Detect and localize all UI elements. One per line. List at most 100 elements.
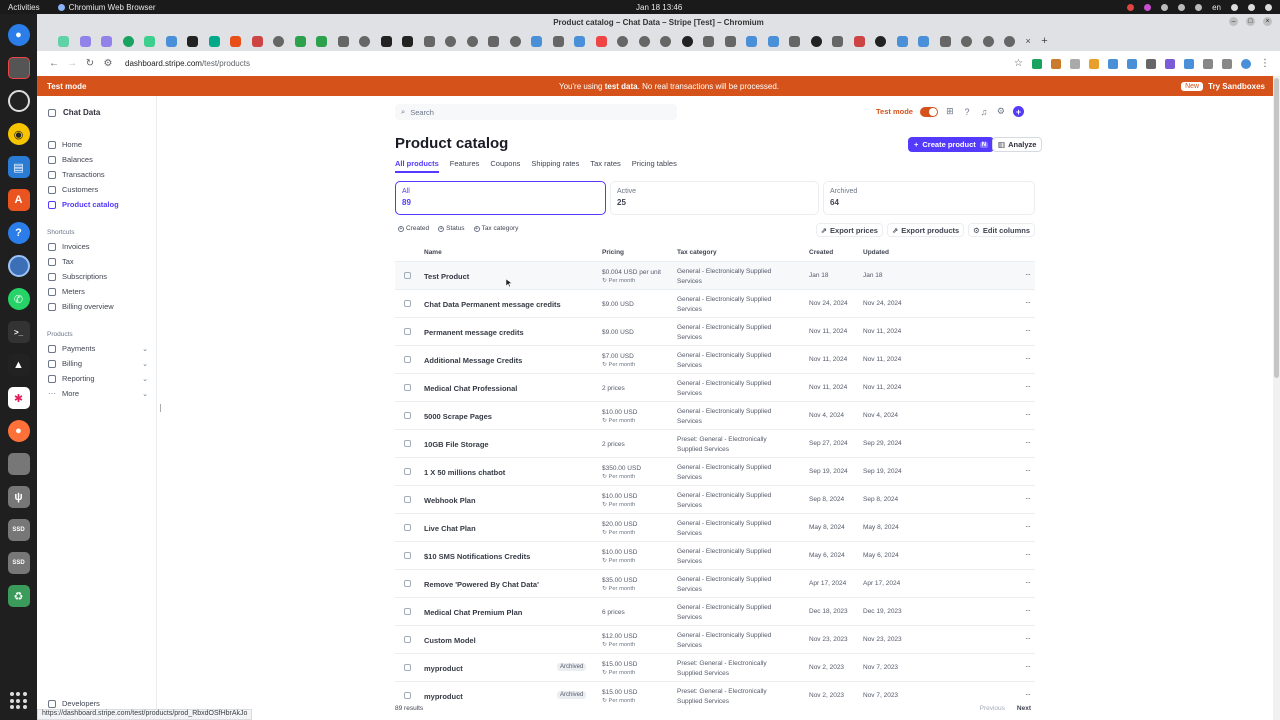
tab-favicon[interactable]: [703, 35, 714, 47]
dropbox-icon[interactable]: [1178, 3, 1186, 11]
tab-favicon[interactable]: [101, 35, 112, 47]
create-product-button[interactable]: + Create product N: [908, 137, 995, 152]
tab-favicon[interactable]: [316, 35, 327, 47]
row-more-icon[interactable]: ···: [1025, 634, 1031, 643]
try-sandboxes-link[interactable]: Try Sandboxes: [1208, 82, 1265, 91]
sidebar-item-subscriptions[interactable]: Subscriptions: [48, 272, 148, 281]
sidebar-item-transactions[interactable]: Transactions: [48, 170, 148, 179]
table-row[interactable]: 1 X 50 millions chatbot $350.00 USD ↻ Per …: [395, 457, 1035, 485]
product-name[interactable]: Additional Message Credits: [424, 356, 522, 365]
edit-columns-button[interactable]: ⚙ Edit columns: [968, 223, 1035, 237]
column-header-name[interactable]: Name: [424, 249, 442, 256]
sidebar-item-more[interactable]: ··· More ⌄: [48, 389, 148, 398]
tab-favicon[interactable]: [746, 35, 757, 47]
shield-icon[interactable]: [1144, 3, 1152, 11]
tab-favicon[interactable]: [875, 35, 886, 47]
maximize-icon[interactable]: □: [1246, 17, 1255, 26]
product-name[interactable]: myproduct: [424, 664, 463, 673]
extension-icon[interactable]: [1184, 58, 1194, 69]
table-row[interactable]: myproduct Archived $15.00 USD ↻ Per month Pr…: [395, 653, 1035, 681]
tab-favicon[interactable]: [122, 35, 134, 47]
tab-shipping-rates[interactable]: Shipping rates: [531, 159, 579, 173]
tab-favicon[interactable]: [251, 35, 263, 47]
tab-favicon[interactable]: [380, 35, 392, 47]
tab-favicon[interactable]: [552, 35, 564, 47]
notifications-bell-icon[interactable]: ♫: [979, 107, 989, 117]
tab-pricing-tables[interactable]: Pricing tables: [632, 159, 677, 173]
chip-tax-category[interactable]: + Tax category: [473, 225, 518, 232]
tab-favicon[interactable]: [187, 35, 198, 47]
product-name[interactable]: Chat Data Permanent message credits: [424, 300, 561, 309]
row-more-icon[interactable]: ···: [1025, 270, 1031, 279]
tab-favicon[interactable]: [466, 35, 478, 47]
tab-favicon[interactable]: [58, 35, 69, 47]
volume-icon[interactable]: [1248, 3, 1255, 11]
profile-avatar[interactable]: [1241, 58, 1251, 69]
product-name[interactable]: 5000 Scrape Pages: [424, 412, 492, 421]
tab-favicon[interactable]: [638, 35, 650, 47]
extension-icon[interactable]: [1032, 58, 1042, 69]
test-mode-toggle[interactable]: [919, 106, 938, 117]
active-app-menu[interactable]: Chromium Web Browser: [57, 3, 156, 12]
row-more-icon[interactable]: ···: [1025, 606, 1031, 615]
tab-favicon[interactable]: [445, 35, 456, 47]
product-name[interactable]: Medical Chat Professional: [424, 384, 517, 393]
previous-page-button[interactable]: Previous: [980, 705, 1005, 712]
tab-features[interactable]: Features: [450, 159, 480, 173]
table-row[interactable]: Webhook Plan $10.00 USD ↻ Per month General…: [395, 485, 1035, 513]
account-switcher[interactable]: Chat Data: [48, 108, 100, 117]
tab-favicon[interactable]: [939, 35, 951, 47]
product-name[interactable]: Webhook Plan: [424, 496, 476, 505]
chip-status[interactable]: + Status: [438, 225, 465, 232]
apps-grid-icon[interactable]: ⊞: [945, 106, 955, 117]
analyze-button[interactable]: ▥ Analyze: [992, 137, 1043, 152]
app-center-icon[interactable]: A: [7, 189, 30, 211]
sidebar-item-tax[interactable]: Tax: [48, 257, 148, 266]
slack-icon[interactable]: ✱: [7, 387, 30, 409]
tab-favicon[interactable]: [208, 35, 220, 47]
downloads-icon[interactable]: [1222, 58, 1232, 69]
close-tab-icon[interactable]: ×: [1026, 36, 1031, 46]
developers-link[interactable]: Developers: [48, 699, 100, 708]
back-icon[interactable]: ←: [45, 58, 63, 69]
row-more-icon[interactable]: ···: [1025, 298, 1031, 307]
row-more-icon[interactable]: ···: [1025, 438, 1031, 447]
sidebar-item-billing-overview[interactable]: Billing overview: [48, 302, 148, 311]
product-name[interactable]: Custom Model: [424, 636, 476, 645]
table-row[interactable]: Live Chat Plan $20.00 USD ↻ Per month Gener…: [395, 513, 1035, 541]
extension-icon[interactable]: [1089, 58, 1099, 69]
row-more-icon[interactable]: ···: [1025, 382, 1031, 391]
tab-favicon[interactable]: [230, 35, 241, 47]
product-name[interactable]: $10 SMS Notifications Credits: [424, 552, 530, 561]
row-more-icon[interactable]: ···: [1025, 354, 1031, 363]
sidebar-item-invoices[interactable]: Invoices: [48, 242, 148, 251]
tab-favicon[interactable]: [681, 35, 693, 47]
record-icon[interactable]: [1127, 3, 1135, 11]
extension-icon[interactable]: [1051, 58, 1061, 69]
row-more-icon[interactable]: ···: [1025, 494, 1031, 503]
help-icon[interactable]: ?: [7, 222, 30, 244]
tab-favicon[interactable]: [595, 35, 607, 47]
table-row[interactable]: Test Product $0.004 USD per unit ↻ Per mon…: [395, 261, 1035, 289]
bluetooth-icon[interactable]: [1195, 3, 1203, 11]
table-row[interactable]: Permanent message credits $9.00 USD Genera…: [395, 317, 1035, 345]
search-input[interactable]: ⌕ Search: [395, 104, 677, 120]
product-name[interactable]: Remove 'Powered By Chat Data': [424, 580, 539, 589]
extension-icon[interactable]: [1070, 58, 1080, 69]
sidebar-item-reporting[interactable]: Reporting ⌄: [48, 374, 148, 383]
create-plus-icon[interactable]: +: [1012, 106, 1024, 117]
row-more-icon[interactable]: ···: [1025, 466, 1031, 475]
inkscape-icon[interactable]: ▲: [7, 354, 30, 376]
tab-tax-rates[interactable]: Tax rates: [590, 159, 620, 173]
extensions-puzzle-icon[interactable]: [1203, 58, 1213, 69]
tab-favicon[interactable]: [531, 35, 542, 47]
filter-all[interactable]: All 89: [395, 181, 606, 215]
address-bar[interactable]: dashboard.stripe.com/test/products: [125, 59, 250, 68]
settings-gear-icon[interactable]: ⚙: [996, 106, 1006, 117]
extension-icon[interactable]: [1146, 58, 1156, 69]
drive-icon-1[interactable]: [7, 453, 30, 475]
column-header-pricing[interactable]: Pricing: [602, 249, 624, 256]
tab-favicon[interactable]: [832, 35, 843, 47]
product-name[interactable]: Medical Chat Premium Plan: [424, 608, 522, 617]
site-info-icon[interactable]: ⚙: [99, 58, 117, 69]
